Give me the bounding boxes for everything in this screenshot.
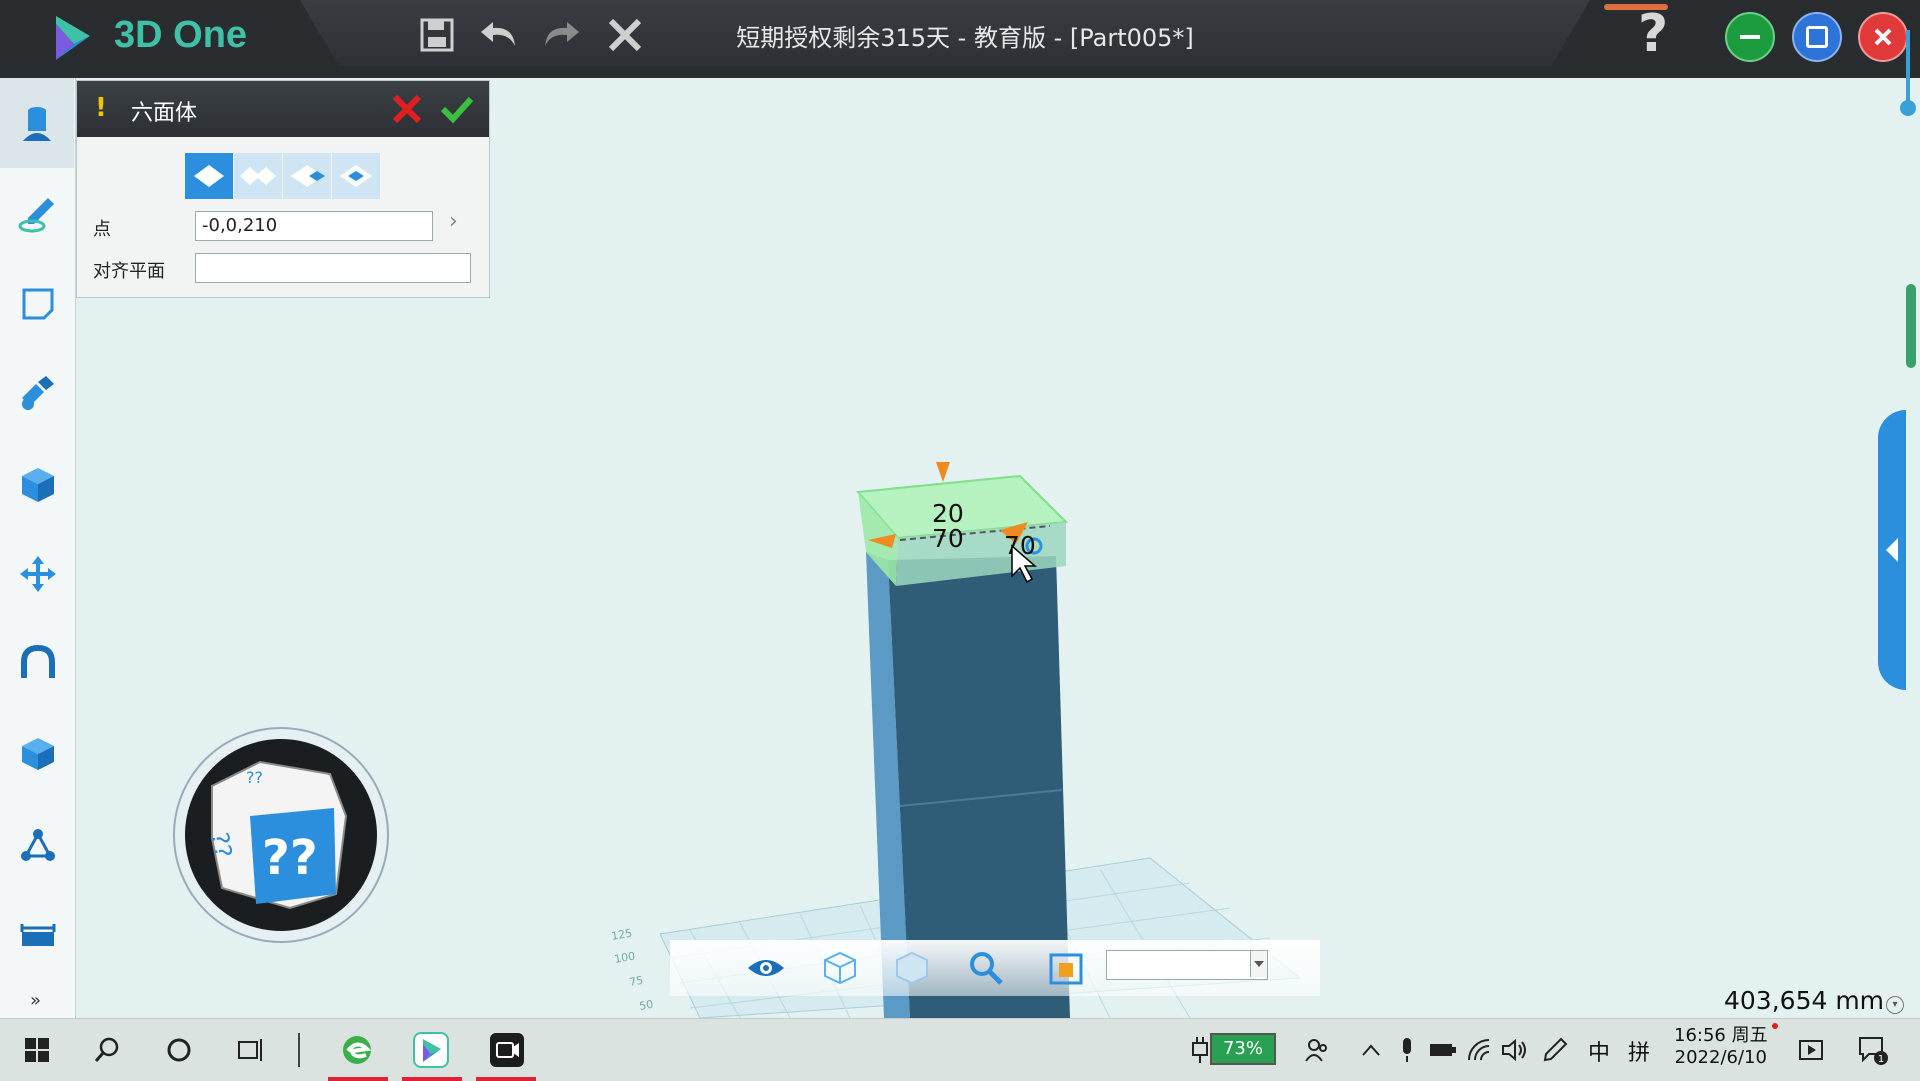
3done-running-indicator [402,1077,462,1081]
units-dropdown-icon[interactable]: ▾ [1886,996,1904,1014]
undo-icon [481,22,515,46]
view-render-button[interactable] [892,948,932,988]
browser-icon [343,1036,372,1064]
ime-mode-indicator[interactable]: 拼 [1628,1035,1650,1067]
taskbar-app-recorder[interactable] [484,1027,530,1073]
side-panel-toggle[interactable] [1878,410,1906,690]
material-icon [1049,953,1083,985]
tablet-mode-button[interactable] [1788,1027,1834,1073]
grid-tick-label: 125 [610,927,633,943]
video-recorder-icon [490,1033,524,1067]
taskbar-app-browser[interactable] [334,1027,380,1073]
taskbar: 73% 中 拼 16:56 周五 2022/6/10 1 [0,1018,1920,1081]
minimize-icon [1740,35,1760,39]
windows-logo-icon [25,1038,49,1062]
recorder-running-indicator [476,1077,536,1081]
pen-icon [1543,1037,1568,1062]
app-logo-icon [52,14,94,62]
view-cube-top-label: ?? [246,768,263,787]
people-button[interactable] [1294,1027,1340,1073]
view-wireframe-button[interactable] [820,948,860,988]
action-center-button[interactable]: 1 [1850,1027,1896,1073]
save-icon [420,18,454,52]
view-cube[interactable]: ?? ?? ?? [173,727,389,943]
browser-running-indicator [328,1077,388,1081]
restore-button[interactable] [1792,12,1842,62]
power-plug-icon [1190,1035,1210,1069]
zoom-slider-track[interactable] [1906,30,1910,110]
cortana-icon [167,1038,191,1062]
ime-language-indicator[interactable]: 中 [1588,1035,1610,1067]
minimize-button[interactable] [1725,12,1775,62]
height-handle-icon [936,462,950,482]
microphone-icon [1403,1038,1411,1062]
battery-indicator[interactable]: 73% [1210,1033,1276,1065]
zoom-slider-thumb[interactable] [1900,100,1916,116]
help-button[interactable]: ? [1638,4,1668,64]
restore-icon [1806,26,1828,48]
view-style-select[interactable] [1106,950,1268,980]
task-view-button[interactable] [228,1027,274,1073]
taskbar-app-3done[interactable] [408,1027,454,1073]
chevron-up-icon [1362,1044,1380,1056]
volume-icon [1502,1038,1526,1062]
view-cube-face-label: ?? [262,830,318,886]
window-close-icon [1874,28,1892,46]
pen-button[interactable] [1532,1027,1578,1073]
view-material-button[interactable] [1046,948,1086,988]
save-button[interactable] [412,10,462,60]
battery-icon [1430,1044,1456,1056]
width-dimension: 70 [932,524,964,553]
dropdown-arrow-icon [1254,961,1264,967]
window-close-button[interactable] [1858,12,1908,62]
grid-tick-label: 50 [638,998,654,1013]
search-icon [94,1037,119,1062]
search-button[interactable] [84,1027,130,1073]
view-zoom-button[interactable] [966,948,1006,988]
view-toolbar [670,940,1320,996]
shaded-cube-icon [896,951,928,985]
clock-time: 16:56 周五 [1674,1025,1768,1046]
people-icon [1305,1039,1327,1062]
view-cube-side-label: ?? [205,830,237,860]
view-visibility-button[interactable] [746,948,786,988]
notification-icon: 1 [1859,1037,1888,1065]
window-title: 短期授权剩余315天 - 教育版 - [Part005*] [736,24,1194,52]
wifi-icon [1468,1039,1490,1061]
grid-tick-label: 100 [613,950,636,966]
clock[interactable]: 16:56 周五 2022/6/10 [1674,1025,1768,1069]
magnifier-icon [970,952,1003,985]
undo-button[interactable] [474,10,524,60]
grid-tick-label: 75 [628,974,644,989]
chevron-left-icon [1886,538,1898,562]
taskbar-separator [298,1033,300,1067]
scroll-indicator[interactable] [1906,284,1916,368]
clock-date: 2022/6/10 [1674,1047,1767,1068]
3done-app-icon [413,1032,449,1068]
start-button[interactable] [14,1027,60,1073]
wireframe-cube-icon [824,951,856,985]
app-name: 3D One [114,14,248,56]
units-readout: 403,654 mm [1724,986,1885,1015]
cortana-button[interactable] [156,1027,202,1073]
title-bar: 3D One 短期授权剩余315天 - 教育版 - [Part005*] ? [0,0,1920,78]
task-view-icon [238,1039,262,1061]
viewport-canvas[interactable]: 125 100 75 50 20 70 70 ?? ?? ?? [0,78,1920,1018]
calendar-badge [1772,1023,1778,1029]
notification-count: 1 [1878,1054,1884,1065]
tablet-mode-icon [1799,1040,1823,1060]
eye-icon [748,960,784,976]
